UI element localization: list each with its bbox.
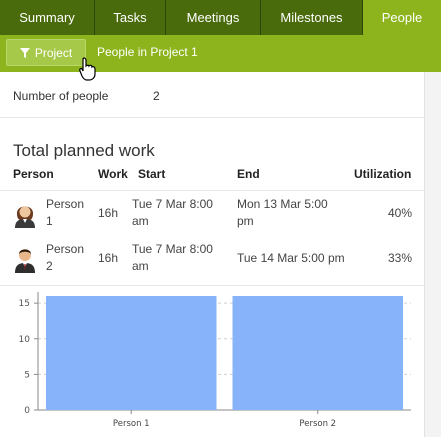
y-tick-label: 0: [24, 406, 30, 416]
person-name-line2: 1: [46, 214, 53, 228]
planned-work-chart: 0 5 10 15 Person 1 Person 2: [19, 292, 411, 429]
y-tick-label: 15: [19, 299, 30, 309]
utilization-value: 33%: [387, 251, 412, 265]
utilization-value: 40%: [387, 206, 412, 220]
header-work: Work: [98, 167, 128, 181]
tab-people[interactable]: People: [363, 0, 441, 35]
tab-summary[interactable]: Summary: [0, 0, 95, 35]
x-tick-label: Person 1: [113, 419, 150, 429]
header-utilization: Utilization: [354, 167, 412, 181]
x-tick-label: Person 2: [299, 419, 336, 429]
male-avatar-icon: [15, 249, 35, 273]
person-name: Person: [46, 197, 85, 211]
project-filter-button[interactable]: Project: [6, 39, 86, 66]
person-name-line2: 2: [46, 259, 53, 273]
end-value: Mon 13 Mar 5:00: [237, 197, 328, 211]
toolbar-title: People in Project 1: [97, 45, 198, 59]
start-value: Tue 7 Mar 8:00: [132, 242, 213, 256]
header-start: Start: [138, 167, 166, 181]
divider: [0, 285, 424, 286]
bar: [46, 296, 217, 410]
toolbar: Project People in Project 1: [0, 35, 441, 72]
end-value: Tue 14 Mar 5:00 pm: [237, 251, 345, 265]
table-row: Person 1 16h Tue 7 Mar 8:00 am Mon 13 Ma…: [0, 191, 424, 238]
y-tick-label: 5: [24, 370, 30, 380]
bar: [232, 296, 403, 410]
number-of-people-label: Number of people: [13, 89, 109, 103]
section-title: Total planned work: [13, 141, 155, 160]
tab-milestones[interactable]: Milestones: [261, 0, 363, 35]
female-avatar-icon: [15, 206, 35, 228]
start-value: Tue 7 Mar 8:00: [132, 197, 213, 211]
end-value-line2: pm: [237, 214, 254, 228]
person-name: Person: [46, 242, 85, 256]
tab-meetings[interactable]: Meetings: [166, 0, 261, 35]
header-end: End: [237, 167, 260, 181]
divider: [0, 117, 424, 118]
tab-bar: Summary Tasks Meetings Milestones People: [0, 0, 441, 35]
number-of-people-value: 2: [153, 89, 160, 103]
start-value-line2: am: [132, 214, 149, 228]
filter-icon: [19, 47, 30, 58]
people-panel: Number of people 2 Total planned work Pe…: [0, 72, 424, 437]
scrollbar[interactable]: [424, 72, 441, 437]
project-filter-label: Project: [34, 45, 73, 60]
table-row: Person 2 16h Tue 7 Mar 8:00 am Tue 14 Ma…: [0, 236, 424, 283]
work-value: 16h: [98, 251, 119, 265]
tab-tasks[interactable]: Tasks: [95, 0, 166, 35]
header-person: Person: [13, 167, 54, 181]
work-value: 16h: [98, 206, 119, 220]
start-value-line2: am: [132, 259, 149, 273]
y-tick-label: 10: [19, 335, 31, 345]
